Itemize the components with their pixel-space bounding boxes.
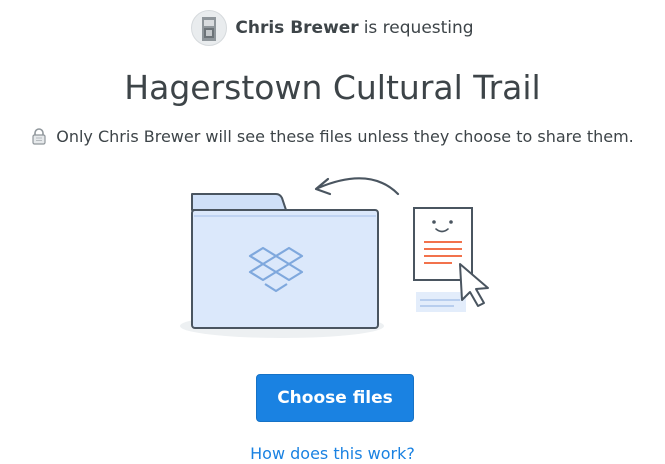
file-request-page: Chris Brewer is requesting Hagerstown Cu… bbox=[0, 0, 665, 464]
privacy-text: Only Chris Brewer will see these files u… bbox=[56, 127, 634, 146]
folder-upload-illustration bbox=[170, 168, 500, 348]
requester-avatar bbox=[191, 10, 228, 46]
privacy-notice: Only Chris Brewer will see these files u… bbox=[0, 127, 665, 146]
how-does-this-work-link[interactable]: How does this work? bbox=[0, 444, 665, 463]
requester-name: Chris Brewer bbox=[235, 18, 359, 38]
avatar-icon bbox=[202, 17, 217, 41]
lock-icon bbox=[31, 128, 47, 145]
request-title: Hagerstown Cultural Trail bbox=[124, 68, 541, 107]
requesting-text: is requesting bbox=[363, 18, 474, 38]
requester-row: Chris Brewer is requesting bbox=[0, 10, 665, 46]
choose-files-button[interactable]: Choose files bbox=[256, 374, 414, 422]
